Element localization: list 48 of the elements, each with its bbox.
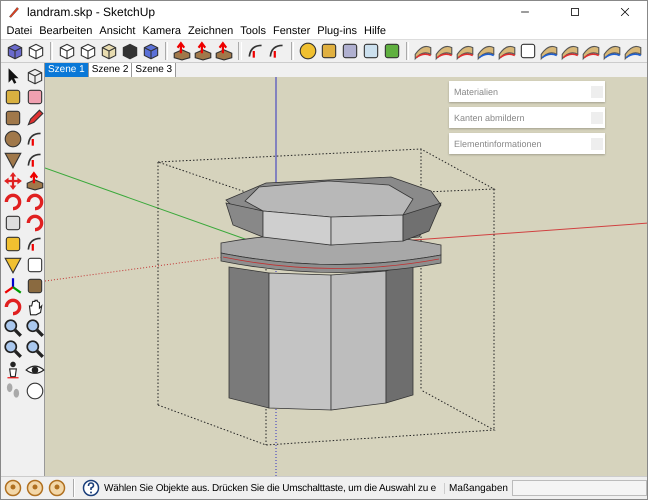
zoom-extents-icon[interactable] (25, 318, 45, 338)
tray-title: Materialien (454, 86, 498, 96)
pencil-logo-icon (7, 5, 21, 19)
status-icon (26, 479, 44, 497)
measurement-label: Maßangaben (449, 482, 508, 494)
zoom-previous-icon[interactable] (25, 339, 45, 359)
measurement-field[interactable] (512, 480, 647, 496)
cube-icon[interactable] (25, 66, 45, 86)
push-pull-icon[interactable] (193, 41, 214, 61)
menu-item[interactable]: Hilfe (360, 25, 390, 37)
push-pull-icon[interactable] (25, 171, 45, 191)
menu-item[interactable]: Datei (3, 25, 36, 37)
menu-item[interactable]: Ansicht (96, 25, 139, 37)
zoom-icon[interactable] (3, 318, 23, 338)
orbit-icon[interactable] (3, 297, 23, 317)
axes-icon[interactable] (3, 276, 23, 296)
status-icon (4, 479, 22, 497)
menu-item[interactable]: Fenster (269, 25, 314, 37)
menu-item[interactable]: Plug-ins (314, 25, 361, 37)
maximize-icon[interactable] (568, 5, 582, 19)
window-title: landram.skp - SketchUp (27, 5, 156, 19)
scene-tab[interactable]: Szene 2 (88, 63, 132, 77)
menu-item[interactable]: Bearbeiten (36, 25, 96, 37)
tray-title: Kanten abmildern (454, 112, 525, 122)
push-pull-icon[interactable] (172, 41, 192, 61)
cube-icon[interactable] (26, 41, 46, 61)
triangle-icon[interactable] (3, 150, 23, 170)
status-icon (48, 479, 66, 497)
close-icon[interactable] (618, 5, 632, 19)
tray-panel[interactable]: Elementinformationen (449, 133, 605, 154)
status-message: Wählen Sie Objekte aus. Drücken Sie die Umschalttaste, um die Auswahl zu e (104, 482, 446, 494)
push-pull-icon[interactable] (214, 41, 234, 61)
menu-item[interactable]: Zeichnen (184, 25, 237, 37)
tray-title: Elementinformationen (454, 138, 542, 148)
tray-panel[interactable]: Materialien (449, 81, 605, 102)
help-icon[interactable] (82, 479, 100, 497)
scene-tab[interactable]: Szene 1 (45, 63, 89, 77)
circle-icon[interactable] (3, 129, 23, 149)
move-icon[interactable] (3, 171, 23, 191)
pencil-icon[interactable] (25, 108, 45, 128)
rotate-icon[interactable] (3, 192, 23, 212)
menu-item[interactable]: Kamera (138, 25, 185, 37)
cube-icon[interactable] (5, 41, 25, 61)
menu-item[interactable]: Tools (236, 25, 270, 37)
zoom-window-icon[interactable] (3, 339, 23, 359)
rectangle-icon[interactable] (3, 108, 23, 128)
tray-panel[interactable]: Kanten abmildern (449, 107, 605, 128)
scene-tab[interactable]: Szene 3 (132, 63, 176, 77)
